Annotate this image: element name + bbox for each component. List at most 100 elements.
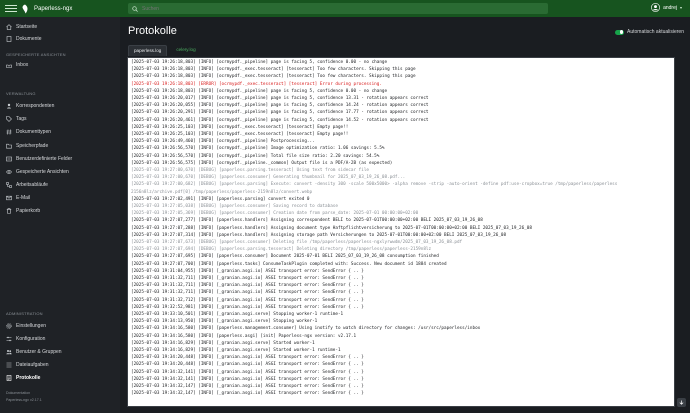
documentation-link[interactable]: Dokumentation <box>6 391 30 395</box>
trash-icon <box>6 207 12 214</box>
sidebar-item-label: Benutzerdefinierte Felder <box>16 155 73 162</box>
sidebar-item-label: Gespeicherte Ansichten <box>16 168 69 175</box>
log-line: [2025-07-03 19:27:05,038] [DEBUG] [paper… <box>131 204 338 209</box>
log-line: [2025-07-03 19:34:13,950] [INFO] [_grani… <box>131 319 318 325</box>
app-title[interactable]: Paperless-ngx <box>34 6 72 12</box>
sidebar-item-korrespondenten[interactable]: Korrespondenten <box>6 101 114 110</box>
paperless-logo-icon[interactable] <box>20 4 30 14</box>
top-navbar: Paperless-ngx andrej ▾ <box>0 0 690 17</box>
search-input[interactable] <box>142 5 442 12</box>
log-line: [2025-07-03 19:34:16,829] [INFO] [_grani… <box>131 348 341 353</box>
log-line: [2025-07-03 19:27:07,288] [INFO] [paperl… <box>131 225 532 231</box>
log-line: [2025-07-03 19:27:00,682] [DEBUG] [paper… <box>131 182 618 188</box>
sidebar-item-protokolle[interactable]: Protokolle <box>6 373 114 382</box>
sidebar-item-label: Dateiaufgaben <box>16 361 49 368</box>
log-line: [2025-07-03 19:31:32,711] [INFO] [_grani… <box>131 283 364 289</box>
log-line: [2025-07-03 19:34:20,448] [INFO] [_grani… <box>131 355 364 361</box>
auto-refresh-toggle[interactable]: Automatisch aktualisieren <box>615 29 684 35</box>
sidebar-item-dokumente[interactable]: Dokumente <box>6 34 114 43</box>
sidebar-item-label: Protokolle <box>16 374 41 381</box>
search-icon <box>132 5 138 12</box>
log-line: [2025-07-03 19:34:32,147] [INFO] [_grani… <box>131 391 364 397</box>
sidebar-item-konfiguration[interactable]: Konfiguration <box>6 334 114 343</box>
log-line: [2025-07-03 19:34:32,141] [INFO] [_grani… <box>131 369 364 375</box>
log-line: [2025-07-03 19:26:25,103] [INFO] [ocrmyp… <box>131 124 349 130</box>
user-name: andrej <box>663 4 677 11</box>
menu-icon[interactable] <box>5 3 17 15</box>
log-line: 2156n8lz/archive.pdf[0] /tmp/paperless/p… <box>131 189 313 195</box>
sidebar-item-label: Tags <box>16 115 27 122</box>
log-line: [2025-07-03 19:27:07,277] [INFO] [paperl… <box>131 218 483 224</box>
log-viewer[interactable]: [2025-07-03 19:26:18,803] [INFO] [ocrmyp… <box>127 57 675 407</box>
user-menu[interactable]: andrej ▾ <box>651 3 682 12</box>
main-content: Protokolle Automatisch aktualisieren pap… <box>120 17 690 413</box>
log-line: [2025-07-03 19:27:07,314] [INFO] [paperl… <box>131 232 507 238</box>
log-line: [2025-07-03 19:34:16,829] [INFO] [_grani… <box>131 340 315 346</box>
log-line: [2025-07-03 19:26:49,460] [INFO] [ocrmyp… <box>131 139 315 145</box>
log-line: [2025-07-03 19:26:18,803] [INFO] [ocrmyp… <box>131 88 388 94</box>
tab-paperless-log[interactable]: paperless.log <box>128 45 168 56</box>
log-line: [2025-07-03 19:27:07,673] [DEBUG] [paper… <box>131 240 463 245</box>
log-line: [2025-07-03 19:26:18,803] [INFO] [ocrmyp… <box>131 60 388 65</box>
view-icon <box>6 169 12 175</box>
sidebar-item-einstellungen[interactable]: Einstellungen <box>6 321 114 330</box>
log-line: [2025-07-03 19:26:56,575] [INFO] [ocrmyp… <box>131 160 393 166</box>
tasks-icon <box>6 362 12 368</box>
inbox-icon <box>6 62 12 68</box>
scroll-down-button[interactable] <box>677 398 686 407</box>
sidebar-item-speicherpfade[interactable]: Speicherpfade <box>6 141 114 150</box>
log-line: [2025-07-03 19:31:32,712] [INFO] [_grani… <box>131 297 364 303</box>
sidebar-item-email[interactable]: E-Mail <box>6 193 114 202</box>
log-line: [2025-07-03 19:32:52,981] [INFO] [_grani… <box>131 304 364 310</box>
sidebar-item-label: Benutzer & Gruppen <box>16 348 62 355</box>
version-label: Paperless-ngx v2.17.1 <box>6 398 42 402</box>
global-search[interactable] <box>128 3 548 14</box>
log-line: [2025-07-03 19:26:18,803] [ERROR] [ocrmy… <box>131 81 382 87</box>
toggle-switch[interactable] <box>615 29 625 35</box>
sidebar-item-tags[interactable]: Tags <box>6 114 114 123</box>
sidebar-item-label: Speicherpfade <box>16 142 49 149</box>
log-line: [2025-07-03 19:31:32,711] [INFO] [_grani… <box>131 290 364 296</box>
log-line: [2025-07-03 19:34:16,580] [INFO] [paperl… <box>131 326 481 332</box>
mail-icon <box>6 195 12 201</box>
sidebar-item-label: Inbox <box>16 61 29 68</box>
log-line: [2025-07-03 19:34:20,448] [INFO] [_grani… <box>131 362 364 368</box>
hash-icon <box>6 128 12 135</box>
manage-heading: VERWALTUNG <box>6 91 36 96</box>
log-line: [2025-07-03 19:26:18,803] [INFO] [ocrmyp… <box>131 67 416 73</box>
sliders-icon <box>6 336 12 342</box>
log-line: [2025-07-03 19:27:00,670] [DEBUG] [paper… <box>131 175 406 181</box>
log-line: [2025-07-03 19:27:02,491] [INFO] [paperl… <box>131 196 310 202</box>
sidebar-item-label: Dokumente <box>16 35 42 42</box>
tab-celery-log[interactable]: celery.log <box>171 45 200 56</box>
log-line: [2025-07-03 19:34:16,580] [INFO] [paperl… <box>131 333 357 339</box>
documents-icon <box>6 35 12 42</box>
log-line: [2025-07-03 19:26:20,461] [INFO] [ocrmyp… <box>131 117 429 123</box>
tag-icon <box>6 115 12 122</box>
sidebar-item-gespeicherte-ansichten[interactable]: Gespeicherte Ansichten <box>6 167 114 176</box>
log-line: [2025-07-03 19:34:32,147] [INFO] [_grani… <box>131 384 364 389</box>
sidebar-item-label: Korrespondenten <box>16 102 55 109</box>
chevron-down-icon: ▾ <box>679 5 682 10</box>
sidebar-item-arbeitsablaeufe[interactable]: Arbeitsabläufe <box>6 180 114 189</box>
log-line: [2025-07-03 19:27:00,670] [DEBUG] [paper… <box>131 168 369 173</box>
arrow-down-icon <box>679 400 684 405</box>
sidebar-item-label: E-Mail <box>16 194 31 201</box>
folder-icon <box>6 143 12 149</box>
sidebar-item-dateiaufgaben[interactable]: Dateiaufgaben <box>6 360 114 369</box>
gear-icon <box>6 322 12 329</box>
log-line: [2025-07-03 19:26:20,017] [INFO] [ocrmyp… <box>131 96 429 101</box>
log-line: [2025-07-03 19:31:04,955] [INFO] [_grani… <box>131 268 364 274</box>
sidebar-item-inbox[interactable]: Inbox <box>6 60 114 69</box>
sidebar-item-dokumenttypen[interactable]: Dokumenttypen <box>6 127 114 136</box>
workflow-icon <box>6 181 12 188</box>
log-line: [2025-07-03 19:33:10,501] [INFO] [_grani… <box>131 312 344 317</box>
sidebar-item-label: Konfiguration <box>16 335 46 342</box>
sidebar-item-benutzerdefinierte-felder[interactable]: Benutzerdefinierte Felder <box>6 154 114 163</box>
user-avatar-icon <box>651 3 661 12</box>
log-line: [2025-07-03 19:26:25,103] [INFO] [ocrmyp… <box>131 132 349 137</box>
sidebar-item-startseite[interactable]: Startseite <box>6 22 114 31</box>
sidebar-item-benutzer-gruppen[interactable]: Benutzer & Gruppen <box>6 347 114 356</box>
saved-views-heading: GESPEICHERTE ANSICHTEN <box>6 52 66 57</box>
sidebar-item-papierkorb[interactable]: Papierkorb <box>6 206 114 215</box>
